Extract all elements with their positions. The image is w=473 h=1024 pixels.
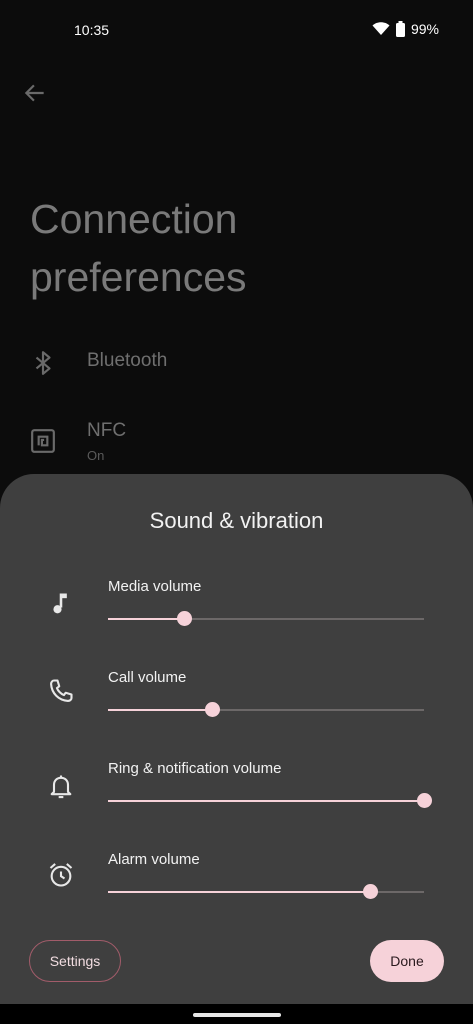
pref-nfc-status: On — [87, 448, 105, 463]
volume-row-alarm: Alarm volume — [0, 851, 473, 921]
alarm-icon — [49, 863, 73, 887]
pref-nfc-label: NFC — [87, 420, 127, 441]
pref-bluetooth-label: Bluetooth — [87, 350, 168, 371]
alarm-volume-thumb[interactable] — [363, 884, 379, 899]
alarm-volume-fill — [108, 891, 371, 893]
music-note-icon — [53, 593, 67, 614]
call-volume-fill — [108, 709, 213, 711]
done-button[interactable]: Done — [370, 940, 444, 982]
bell-icon — [50, 775, 72, 799]
wifi-icon — [372, 22, 390, 35]
call-volume-slider[interactable] — [108, 702, 424, 717]
volume-row-call: Call volume — [0, 669, 473, 739]
call-volume-label: Call volume — [108, 669, 187, 686]
alarm-volume-label: Alarm volume — [108, 851, 200, 868]
phone-icon — [50, 679, 73, 702]
sheet-title: Sound & vibration — [149, 508, 324, 533]
nfc-icon — [31, 429, 55, 453]
alarm-volume-slider[interactable] — [108, 884, 424, 899]
back-arrow-icon[interactable] — [22, 80, 48, 106]
media-volume-fill — [108, 618, 184, 620]
ring-volume-fill — [108, 800, 424, 802]
media-volume-slider[interactable] — [108, 611, 424, 626]
battery-icon — [395, 21, 405, 37]
page-title: Connection preferences — [30, 196, 247, 300]
ring-volume-slider[interactable] — [108, 793, 432, 808]
ring-volume-thumb[interactable] — [417, 793, 432, 808]
battery-percent: 99% — [410, 21, 439, 37]
status-time: 10:35 — [74, 22, 110, 38]
pref-nfc[interactable]: NFC On — [30, 420, 126, 463]
bluetooth-icon — [35, 351, 51, 375]
pref-bluetooth[interactable]: Bluetooth — [30, 350, 167, 376]
media-volume-label: Media volume — [108, 578, 202, 595]
call-volume-thumb[interactable] — [205, 702, 221, 717]
home-gesture-handle[interactable] — [193, 1013, 281, 1017]
volume-row-ring: Ring & notification volume — [0, 760, 473, 830]
status-bar: 10:35 99% — [0, 0, 473, 60]
ring-volume-label: Ring & notification volume — [108, 760, 282, 777]
settings-button[interactable]: Settings — [29, 940, 121, 982]
volume-row-media: Media volume — [0, 578, 473, 648]
media-volume-thumb[interactable] — [176, 611, 192, 626]
status-icons: 99% — [372, 21, 439, 37]
